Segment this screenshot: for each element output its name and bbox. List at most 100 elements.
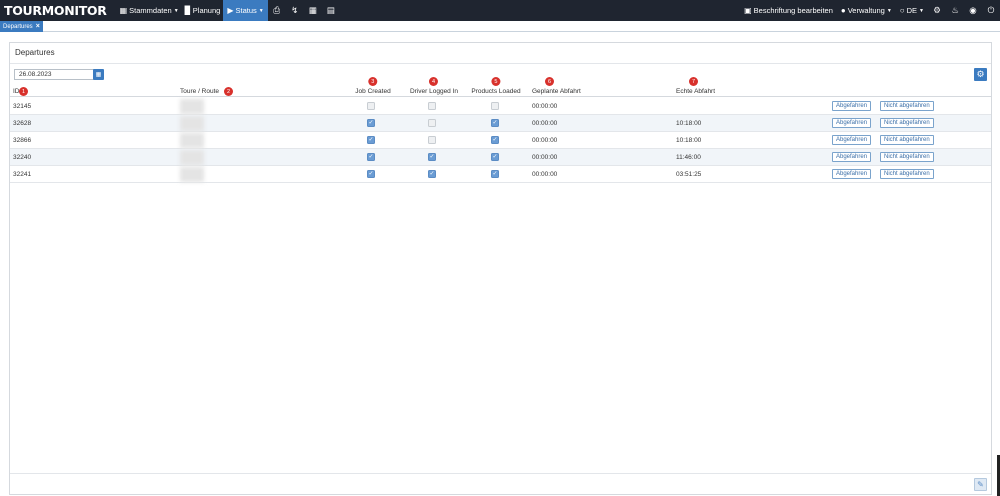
chat-icon: ○ xyxy=(899,6,905,15)
col-header-products-loaded[interactable]: Products Loaded 5 xyxy=(471,77,521,95)
badge-7: 7 xyxy=(689,77,698,86)
checkbox-job-created[interactable]: ✓ xyxy=(367,170,375,178)
checkbox-driver-logged-in[interactable] xyxy=(428,119,436,127)
badge-6: 6 xyxy=(545,77,554,86)
cell-id: 32240 xyxy=(13,154,32,161)
cell-planned-departure: 00:00:00 xyxy=(532,154,558,161)
caret-down-icon: ▼ xyxy=(173,7,179,14)
not-departed-button[interactable]: Nicht abgefahren xyxy=(880,118,934,128)
route-redacted xyxy=(180,150,204,165)
badge-2: 2 xyxy=(224,87,233,96)
date-input[interactable]: 26.08.2023 xyxy=(14,69,96,80)
panel-footer-divider xyxy=(10,473,991,474)
not-departed-button[interactable]: Nicht abgefahren xyxy=(880,135,934,145)
export-icon[interactable]: ✎ xyxy=(974,478,987,491)
table-row: 32240 ✓ ✓ ✓ 00:00:00 11:46:00 Abgefahren… xyxy=(10,149,991,166)
nav-status[interactable]: ▶ Status ▼ xyxy=(223,0,268,21)
bar-chart-icon: ▉ xyxy=(184,6,191,15)
col-header-products-loaded-label: Products Loaded xyxy=(471,88,521,95)
col-header-planned-departure-label: Geplante Abfahrt xyxy=(532,88,581,95)
col-header-id[interactable]: ID 1 xyxy=(13,87,28,96)
table-row: 32866 ✓ ✓ 00:00:00 10:18:00 Abgefahren N… xyxy=(10,132,991,149)
departed-button[interactable]: Abgefahren xyxy=(832,152,872,162)
admin-menu[interactable]: ● Verwaltung ▼ xyxy=(837,0,896,21)
checkbox-products-loaded[interactable]: ✓ xyxy=(491,170,499,178)
calendar-icon[interactable]: ▦ xyxy=(93,69,104,80)
cell-actual-departure: 10:18:00 xyxy=(676,120,702,127)
panel-title: Departures xyxy=(15,48,55,57)
top-navbar: TOURMONITOR ▦ Stammdaten ▼ ▉ Planung ▶ S… xyxy=(0,0,1000,21)
caret-down-icon: ▼ xyxy=(886,7,892,14)
settings-gear-icon[interactable]: ⚙ xyxy=(928,0,946,21)
cell-actual-departure: 11:46:00 xyxy=(676,154,701,161)
cell-id: 32628 xyxy=(13,120,32,127)
departed-button[interactable]: Abgefahren xyxy=(832,118,872,128)
brand-logo[interactable]: TOURMONITOR xyxy=(0,3,107,18)
language-menu[interactable]: ○ DE ▼ xyxy=(896,0,928,21)
cell-planned-departure: 00:00:00 xyxy=(532,137,558,144)
nav-planung-label: Planung xyxy=(192,6,221,15)
departures-panel: Departures 26.08.2023 ▦ ⚙ ID 1 Toure / R… xyxy=(9,42,992,495)
printer-icon[interactable]: ⎙ xyxy=(268,0,286,21)
close-icon[interactable]: × xyxy=(36,23,40,30)
route-icon[interactable]: ↯ xyxy=(286,0,304,21)
nav-planung[interactable]: ▉ Planung xyxy=(182,0,224,21)
not-departed-button[interactable]: Nicht abgefahren xyxy=(880,169,934,179)
briefcase-icon: ▣ xyxy=(744,6,752,15)
checkbox-products-loaded[interactable]: ✓ xyxy=(491,153,499,161)
navbar-right: ▣ Beschriftung bearbeiten ● Verwaltung ▼… xyxy=(740,0,1000,21)
route-redacted xyxy=(180,99,204,114)
table-header: ID 1 Toure / Route 2 Job Created 3 Drive… xyxy=(10,77,991,97)
cell-planned-departure: 00:00:00 xyxy=(532,120,558,127)
col-header-actual-departure-label: Echte Abfahrt xyxy=(676,88,716,95)
col-header-job-created[interactable]: Job Created 3 xyxy=(355,77,391,95)
users-icon: ● xyxy=(840,6,846,15)
table-settings-gear-icon[interactable]: ⚙ xyxy=(974,68,987,81)
nav-stammdaten-label: Stammdaten xyxy=(129,6,172,15)
col-header-driver-logged-in-label: Driver Logged In xyxy=(409,88,459,95)
col-header-planned-departure[interactable]: Geplante Abfahrt 6 xyxy=(532,77,581,95)
badge-3: 3 xyxy=(368,77,378,86)
departed-button[interactable]: Abgefahren xyxy=(832,135,872,145)
cell-actual-departure: 03:51:25 xyxy=(676,171,702,178)
bell-icon[interactable]: ♨ xyxy=(946,0,964,21)
checkbox-driver-logged-in[interactable]: ✓ xyxy=(428,153,436,161)
tab-bar: Departures × xyxy=(0,21,1000,32)
checkbox-job-created[interactable]: ✓ xyxy=(367,119,375,127)
admin-menu-label: Verwaltung xyxy=(847,6,885,15)
route-redacted xyxy=(180,167,204,182)
nav-status-label: Status xyxy=(235,6,257,15)
panel-divider xyxy=(10,63,991,64)
not-departed-button[interactable]: Nicht abgefahren xyxy=(880,101,934,111)
badge-4: 4 xyxy=(428,77,438,86)
power-icon[interactable]: ⏻ xyxy=(982,0,1000,21)
checkbox-job-created[interactable]: ✓ xyxy=(367,153,375,161)
badge-5: 5 xyxy=(491,77,501,86)
departed-button[interactable]: Abgefahren xyxy=(832,101,872,111)
checkbox-driver-logged-in[interactable] xyxy=(428,136,436,144)
map-icon[interactable]: ▤ xyxy=(322,0,340,21)
calculator-icon[interactable]: ▦ xyxy=(304,0,322,21)
col-header-route-label: Toure / Route xyxy=(180,88,220,95)
col-header-actual-departure[interactable]: Echte Abfahrt 7 xyxy=(676,77,716,95)
checkbox-driver-logged-in[interactable] xyxy=(428,102,436,110)
checkbox-products-loaded[interactable]: ✓ xyxy=(491,136,499,144)
checkbox-products-loaded[interactable]: ✓ xyxy=(491,119,499,127)
tab-departures[interactable]: Departures × xyxy=(0,21,43,32)
not-departed-button[interactable]: Nicht abgefahren xyxy=(880,152,934,162)
col-header-route[interactable]: Toure / Route 2 xyxy=(180,87,233,96)
cell-id: 32145 xyxy=(13,103,32,110)
checkbox-job-created[interactable] xyxy=(367,102,375,110)
building-icon: ▦ xyxy=(119,6,128,15)
departed-button[interactable]: Abgefahren xyxy=(832,169,872,179)
edit-labels-button[interactable]: ▣ Beschriftung bearbeiten xyxy=(740,0,837,21)
table-row: 32145 00:00:00 Abgefahren Nicht abgefahr… xyxy=(10,98,991,115)
checkbox-job-created[interactable]: ✓ xyxy=(367,136,375,144)
user-icon[interactable]: ◉ xyxy=(964,0,982,21)
table-row: 32241 ✓ ✓ ✓ 00:00:00 03:51:25 Abgefahren… xyxy=(10,166,991,183)
checkbox-driver-logged-in[interactable]: ✓ xyxy=(428,170,436,178)
cell-id: 32866 xyxy=(13,137,32,144)
col-header-driver-logged-in[interactable]: Driver Logged In 4 xyxy=(409,77,459,95)
checkbox-products-loaded[interactable] xyxy=(491,102,499,110)
nav-stammdaten[interactable]: ▦ Stammdaten ▼ xyxy=(117,0,182,21)
